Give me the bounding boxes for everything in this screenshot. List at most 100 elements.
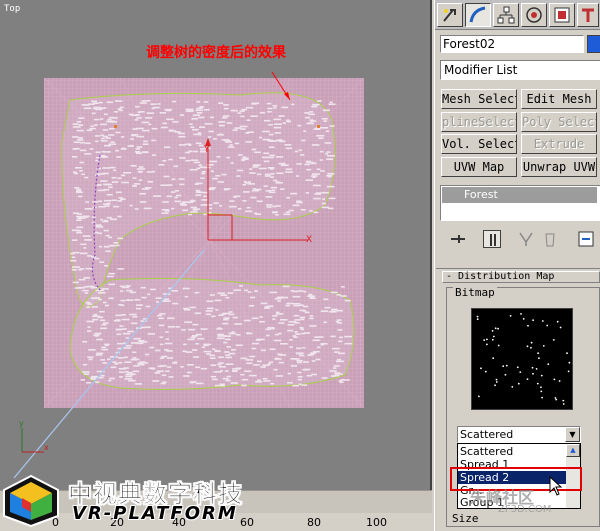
display-icon[interactable] [549, 3, 575, 27]
tree-mark [166, 195, 172, 198]
tree-mark [289, 346, 293, 348]
tree-mark [147, 293, 151, 296]
tree-mark [242, 200, 247, 202]
extrude-button[interactable]: Extrude [521, 134, 597, 154]
modifier-list-dropdown[interactable]: Modifier List [440, 60, 600, 80]
tree-mark [116, 333, 122, 336]
bitmap-dot [495, 381, 498, 383]
tree-mark [117, 268, 124, 270]
tree-mark [158, 164, 165, 166]
viewport-label[interactable]: Top [4, 4, 20, 14]
dropdown-option[interactable]: Scattered [458, 445, 566, 458]
vol-select-button[interactable]: Vol. Select [441, 134, 517, 154]
tree-mark [260, 302, 268, 305]
scene-canvas[interactable]: Y X y x [0, 0, 432, 490]
tree-mark [302, 305, 309, 308]
show-end-result-icon[interactable] [483, 230, 501, 248]
bitmap-dot [491, 338, 494, 341]
tree-mark [174, 200, 181, 203]
tree-mark [333, 365, 340, 367]
tree-mark [85, 267, 93, 270]
rollout-header[interactable]: - Distribution Map [442, 271, 600, 283]
tree-mark [287, 324, 295, 326]
tree-mark [100, 374, 105, 377]
object-name-field[interactable]: Forest02 [440, 35, 584, 53]
modify-icon[interactable] [465, 3, 491, 27]
tree-mark [198, 144, 204, 147]
tree-mark [122, 328, 127, 330]
tree-mark [268, 124, 273, 126]
tree-mark [118, 357, 124, 359]
gizmo-x-label: X [306, 235, 312, 245]
tree-mark [132, 351, 137, 354]
stack-item-forest[interactable]: Forest [442, 187, 597, 203]
tree-mark [335, 309, 344, 312]
tree-mark [293, 304, 300, 307]
spline-select-button[interactable]: plineSelect [441, 112, 517, 132]
tree-mark [225, 356, 232, 359]
tree-mark [239, 125, 248, 128]
tree-mark [120, 290, 124, 292]
tree-mark [156, 370, 164, 372]
tree-mark [250, 115, 258, 117]
tree-mark [246, 206, 251, 209]
bitmap-dot [522, 318, 525, 320]
tree-mark [159, 336, 164, 339]
scroll-up-icon[interactable]: ▲ [566, 444, 580, 457]
bitmap-dot [492, 335, 495, 338]
motion-icon[interactable] [521, 3, 547, 27]
tree-mark [73, 141, 80, 143]
tree-mark [190, 211, 198, 213]
tree-mark [100, 218, 104, 221]
remove-modifier-icon[interactable] [541, 230, 559, 248]
hierarchy-icon[interactable] [493, 3, 519, 27]
unwrap-uvw-button[interactable]: Unwrap UVW [521, 157, 597, 177]
stack-tools [435, 226, 600, 252]
bitmap-dot [520, 313, 522, 315]
utilities-icon[interactable] [577, 3, 599, 27]
tree-mark [159, 365, 167, 367]
tree-mark [83, 373, 90, 375]
configure-sets-icon[interactable] [577, 230, 595, 248]
tree-mark [278, 322, 285, 324]
tree-mark [218, 366, 226, 368]
tree-mark [275, 205, 281, 207]
tree-mark [219, 383, 225, 386]
tree-mark [83, 277, 91, 279]
tree-mark [323, 321, 327, 324]
tree-mark [98, 200, 103, 203]
object-color-swatch[interactable] [587, 35, 600, 53]
tree-mark [132, 177, 137, 179]
tree-mark [269, 156, 274, 159]
chevron-down-icon[interactable]: ▼ [565, 427, 580, 442]
tree-mark [131, 134, 136, 137]
mesh-select-button[interactable]: Mesh Select [441, 89, 517, 109]
tree-mark [113, 117, 118, 119]
create-icon[interactable] [437, 3, 463, 27]
tree-mark [74, 187, 80, 189]
make-unique-icon[interactable] [517, 230, 535, 248]
tree-mark [223, 188, 229, 191]
tree-mark [141, 100, 146, 102]
top-viewport[interactable]: Y X y x Top 调整树的密度后的效果 [0, 0, 432, 490]
tree-mark [200, 328, 208, 330]
pin-stack-icon[interactable] [449, 230, 467, 248]
tree-mark [166, 357, 174, 359]
bitmap-preview[interactable] [471, 308, 573, 410]
tree-mark [168, 158, 173, 161]
tree-mark [253, 364, 260, 366]
tree-mark [83, 363, 87, 366]
tree-mark [259, 321, 265, 323]
bitmap-group-label: Bitmap [453, 286, 497, 299]
tree-mark [273, 118, 281, 121]
poly-select-button[interactable]: Poly Select [521, 112, 597, 132]
uvw-map-button[interactable]: UVW Map [441, 157, 517, 177]
tree-mark [280, 188, 285, 190]
modifier-stack[interactable]: Forest [440, 185, 600, 221]
edit-mesh-button[interactable]: Edit Mesh [521, 89, 597, 109]
tree-mark [287, 120, 292, 123]
distribution-type-dropdown[interactable]: Scattered ▼ [457, 426, 581, 443]
tree-mark [233, 289, 241, 291]
tree-mark [164, 146, 171, 148]
tree-mark [109, 166, 116, 169]
